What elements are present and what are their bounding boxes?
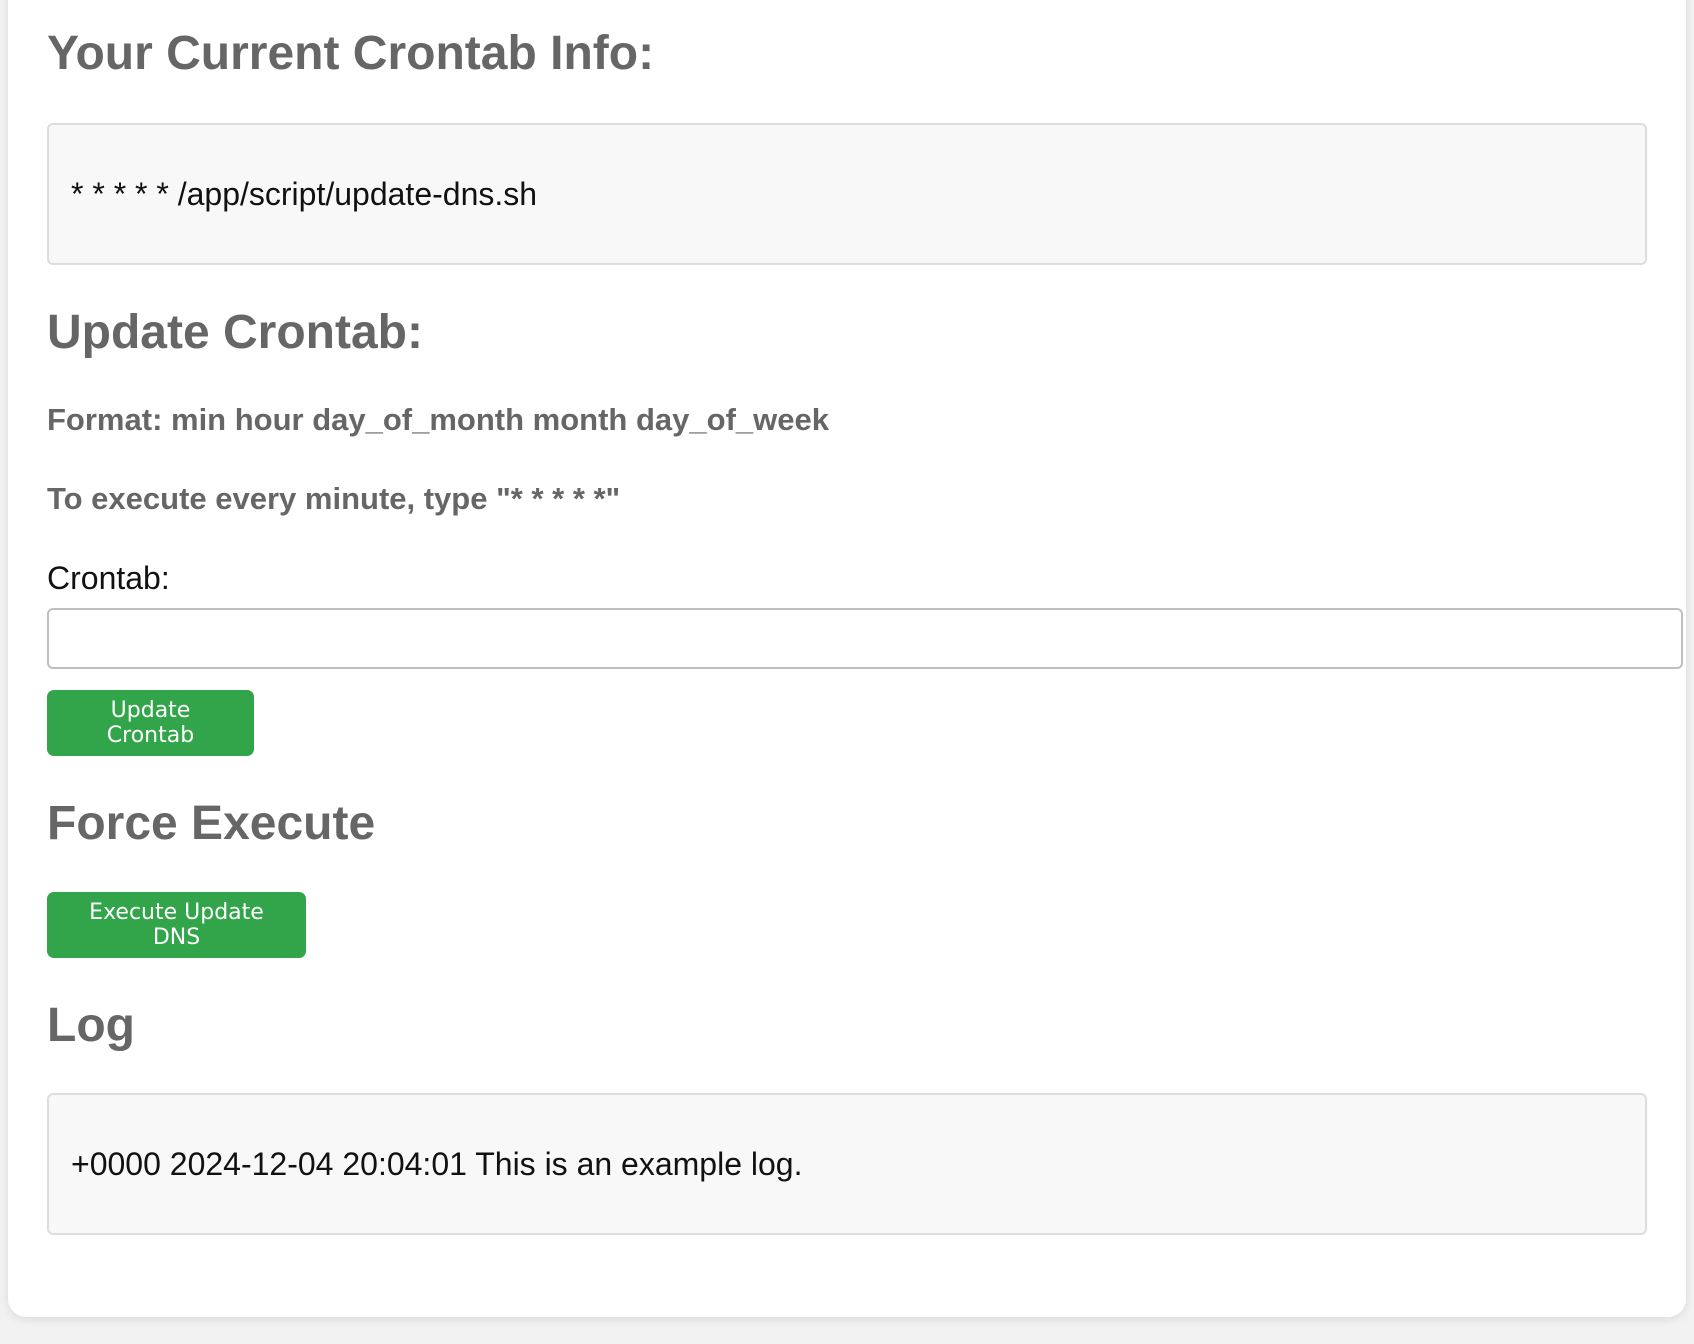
crontab-input[interactable] [47,608,1683,669]
force-execute-heading: Force Execute [47,797,376,850]
update-crontab-heading: Update Crontab: [47,306,423,359]
current-crontab-box: * * * * * /app/script/update-dns.sh [47,123,1647,265]
log-heading: Log [47,999,135,1052]
log-entry: +0000 2024-12-04 20:04:01 This is an exa… [71,1145,803,1182]
current-crontab-entry: * * * * * /app/script/update-dns.sh [71,175,538,212]
log-box: +0000 2024-12-04 20:04:01 This is an exa… [47,1093,1647,1235]
crontab-label: Crontab: [47,560,170,596]
execute-update-dns-button[interactable]: Execute Update DNS [47,892,306,958]
update-crontab-button[interactable]: Update Crontab [47,690,254,756]
format-hint: Format: min hour day_of_month month day_… [47,402,829,437]
every-minute-hint: To execute every minute, type "* * * * *… [47,481,621,516]
current-crontab-heading: Your Current Crontab Info: [47,27,655,80]
main-card: Your Current Crontab Info: * * * * * /ap… [8,0,1686,1317]
